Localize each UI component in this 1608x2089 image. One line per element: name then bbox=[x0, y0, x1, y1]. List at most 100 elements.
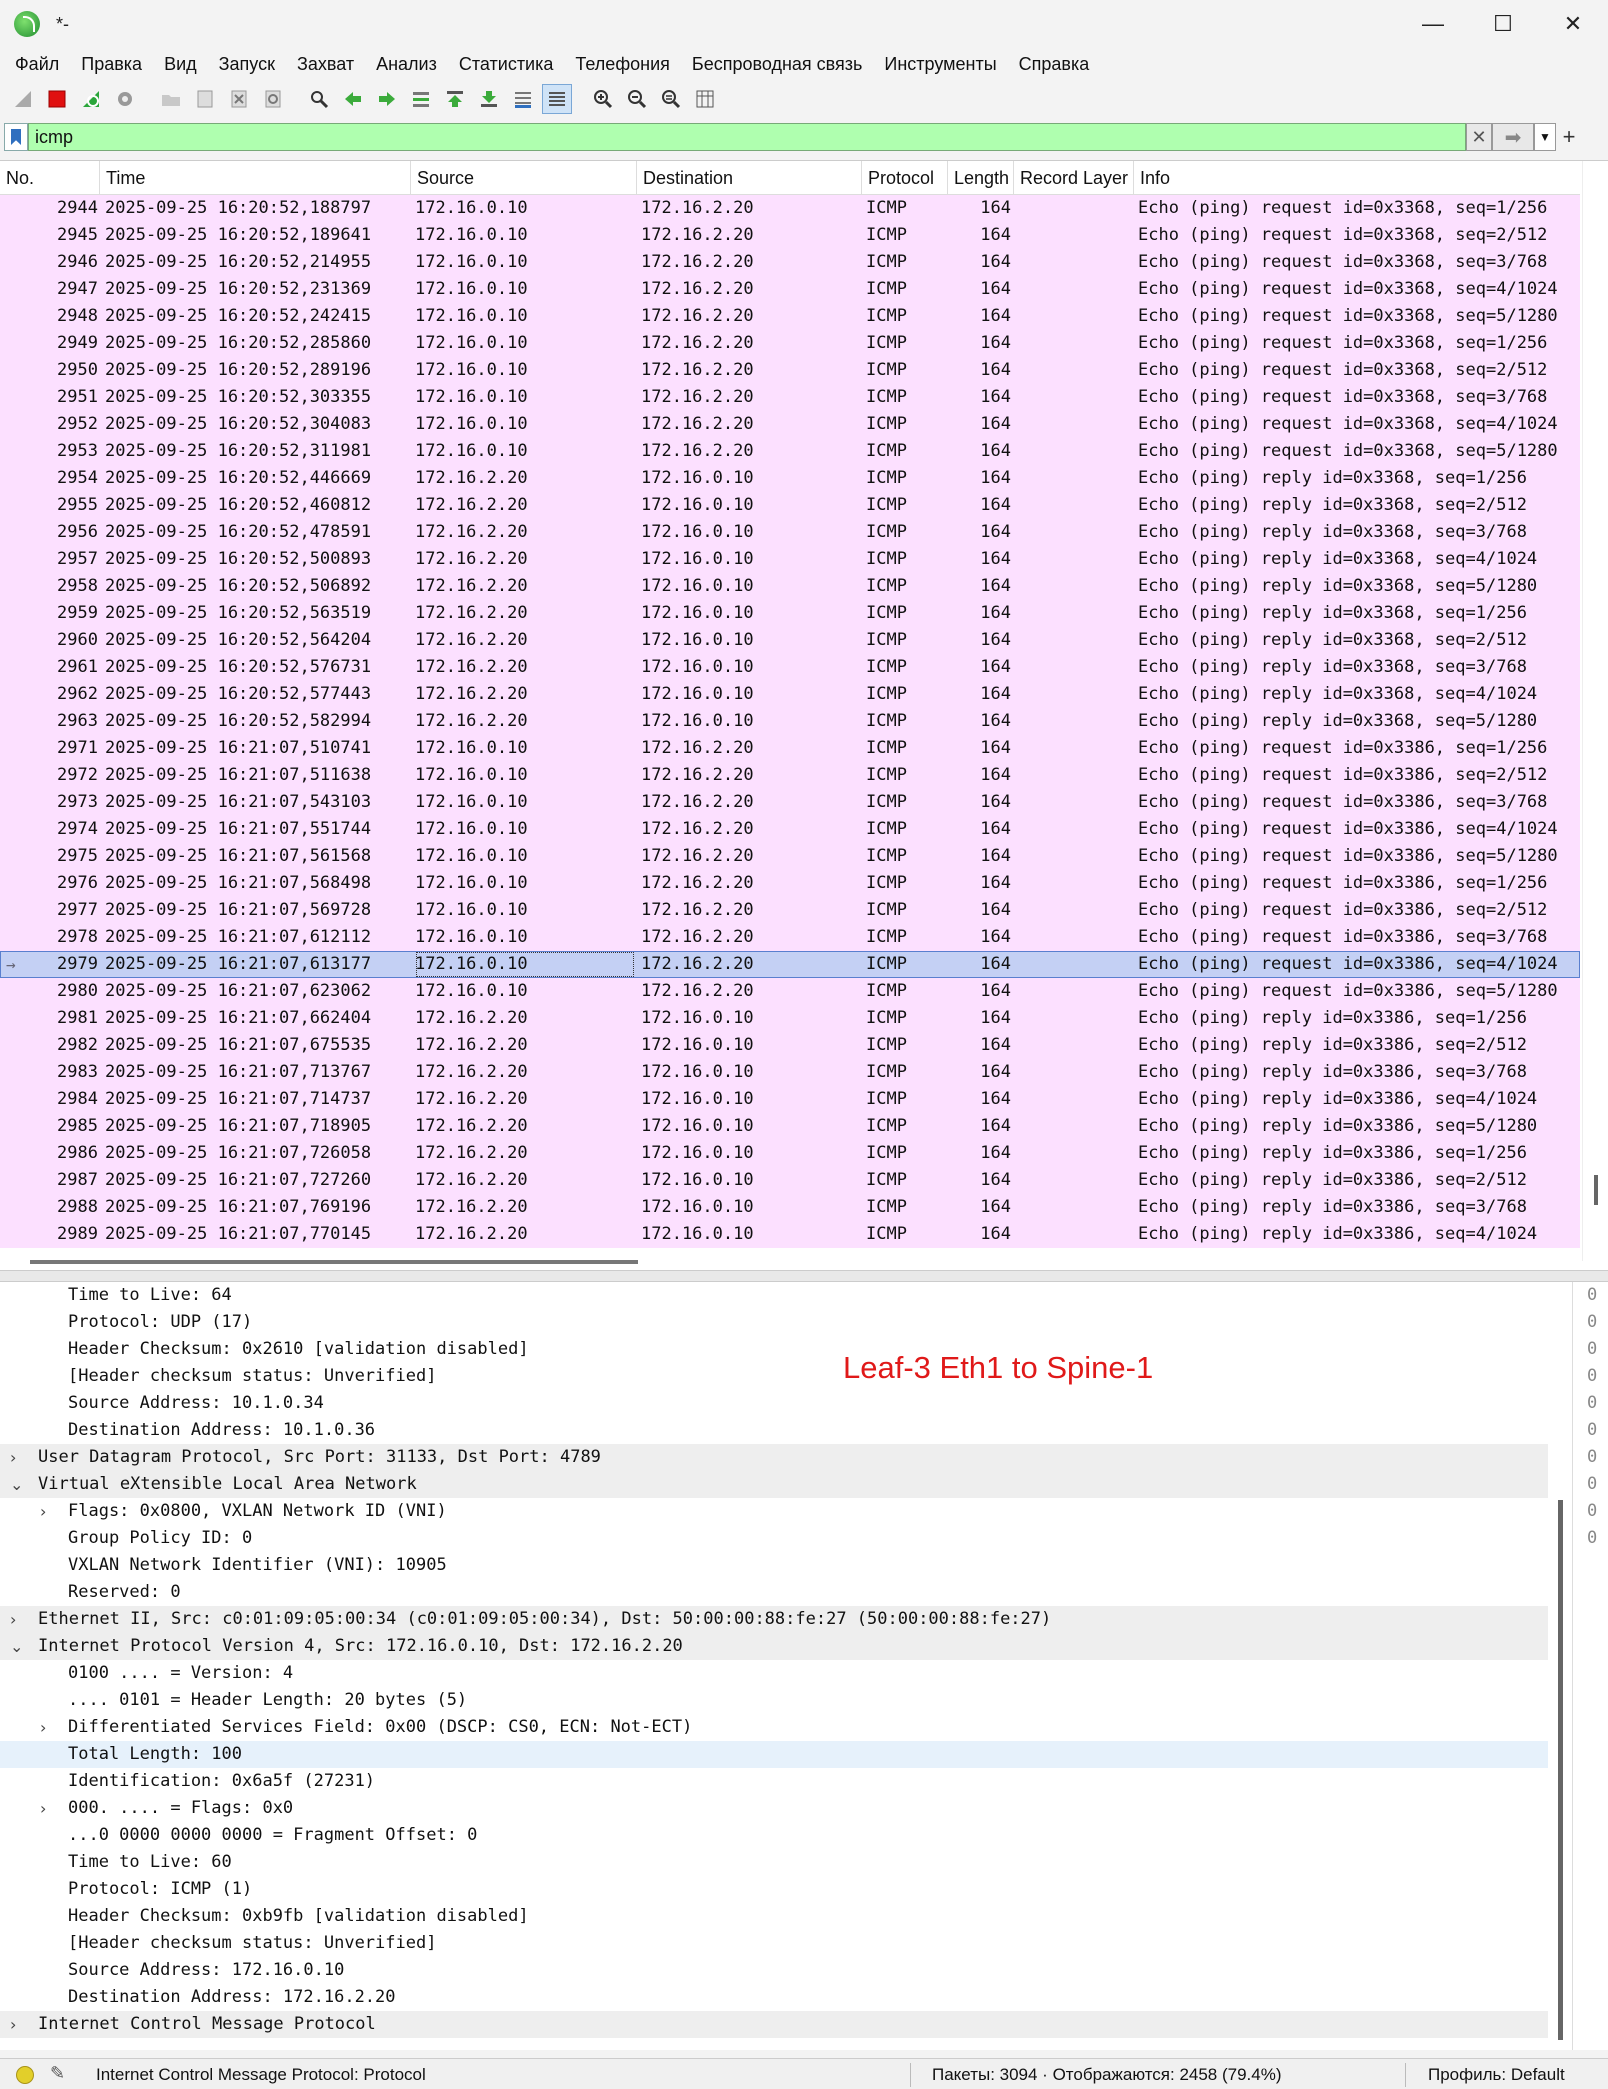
zoom-reset-icon[interactable] bbox=[656, 84, 686, 114]
detail-tree-item[interactable]: ...0 0000 0000 0000 = Fragment Offset: 0 bbox=[0, 1822, 1548, 1849]
detail-tree-item[interactable]: Destination Address: 172.16.2.20 bbox=[0, 1984, 1548, 2011]
column-header-info[interactable]: Info bbox=[1134, 161, 1580, 195]
packet-row[interactable]: 2973 2025-09-25 16:21:07,543103 172.16.0.1… bbox=[0, 789, 1580, 816]
detail-tree-item[interactable]: [Header checksum status: Unverified] bbox=[0, 1930, 1548, 1957]
menu-capture[interactable]: Захват bbox=[286, 54, 365, 75]
packet-row[interactable]: 2951 2025-09-25 16:20:52,303355 172.16.0.1… bbox=[0, 384, 1580, 411]
detail-tree-item[interactable]: › Ethernet II, Src: c0:01:09:05:00:34 (c0… bbox=[0, 1606, 1548, 1633]
packet-row[interactable]: 2986 2025-09-25 16:21:07,726058 172.16.2.2… bbox=[0, 1140, 1580, 1167]
detail-tree-item[interactable]: › Differentiated Services Field: 0x00 (DS… bbox=[0, 1714, 1548, 1741]
minimize-button[interactable]: — bbox=[1398, 0, 1468, 48]
autoscroll-icon[interactable] bbox=[508, 84, 538, 114]
packet-row[interactable]: 2958 2025-09-25 16:20:52,506892 172.16.2.2… bbox=[0, 573, 1580, 600]
packet-row[interactable]: 2976 2025-09-25 16:21:07,568498 172.16.0.1… bbox=[0, 870, 1580, 897]
packet-list-vertical-scrollbar[interactable] bbox=[1582, 161, 1608, 1261]
packet-row[interactable]: 2977 2025-09-25 16:21:07,569728 172.16.0.1… bbox=[0, 897, 1580, 924]
packet-row[interactable]: 2972 2025-09-25 16:21:07,511638 172.16.0.1… bbox=[0, 762, 1580, 789]
packet-row[interactable]: 2961 2025-09-25 16:20:52,576731 172.16.2.2… bbox=[0, 654, 1580, 681]
chevron-right-icon[interactable]: › bbox=[40, 1498, 56, 1525]
packet-row[interactable]: 2981 2025-09-25 16:21:07,662404 172.16.2.2… bbox=[0, 1005, 1580, 1032]
chevron-down-icon[interactable]: ⌄ bbox=[10, 1633, 26, 1660]
menu-wireless[interactable]: Беспроводная связь bbox=[681, 54, 874, 75]
detail-tree-item[interactable]: Group Policy ID: 0 bbox=[0, 1525, 1548, 1552]
detail-tree-item[interactable]: Header Checksum: 0x2610 [validation disa… bbox=[0, 1336, 1548, 1363]
last-packet-icon[interactable] bbox=[474, 84, 504, 114]
pane-splitter[interactable] bbox=[0, 1270, 1608, 1282]
chevron-right-icon[interactable]: › bbox=[40, 1714, 56, 1741]
packet-row[interactable]: 2980 2025-09-25 16:21:07,623062 172.16.0.1… bbox=[0, 978, 1580, 1005]
packet-row[interactable]: 2983 2025-09-25 16:21:07,713767 172.16.2.2… bbox=[0, 1059, 1580, 1086]
packet-row[interactable]: 2948 2025-09-25 16:20:52,242415 172.16.0.1… bbox=[0, 303, 1580, 330]
clear-filter-icon[interactable]: ✕ bbox=[1466, 123, 1492, 151]
menu-statistics[interactable]: Статистика bbox=[448, 54, 565, 75]
packet-row[interactable]: 2987 2025-09-25 16:21:07,727260 172.16.2.2… bbox=[0, 1167, 1580, 1194]
menu-file[interactable]: Файл bbox=[4, 54, 70, 75]
chevron-right-icon[interactable]: › bbox=[10, 1606, 26, 1633]
column-header-no[interactable]: No. bbox=[0, 161, 100, 195]
detail-tree-item[interactable]: Destination Address: 10.1.0.36 bbox=[0, 1417, 1548, 1444]
menu-help[interactable]: Справка bbox=[1008, 54, 1101, 75]
packet-row[interactable]: 2963 2025-09-25 16:20:52,582994 172.16.2.2… bbox=[0, 708, 1580, 735]
resize-columns-icon[interactable] bbox=[690, 84, 720, 114]
detail-tree-item[interactable]: Header Checksum: 0xb9fb [validation disa… bbox=[0, 1903, 1548, 1930]
menu-view[interactable]: Вид bbox=[153, 54, 208, 75]
chevron-right-icon[interactable]: › bbox=[10, 2011, 26, 2038]
go-to-packet-icon[interactable] bbox=[406, 84, 436, 114]
column-header-source[interactable]: Source bbox=[411, 161, 637, 195]
start-capture-icon[interactable] bbox=[8, 84, 38, 114]
packet-row[interactable]: 2989 2025-09-25 16:21:07,770145 172.16.2.2… bbox=[0, 1221, 1580, 1248]
detail-tree-item[interactable]: ⌄ Internet Protocol Version 4, Src: 172.1… bbox=[0, 1633, 1548, 1660]
detail-tree-item[interactable]: › Flags: 0x0800, VXLAN Network ID (VNI) bbox=[0, 1498, 1548, 1525]
details-vertical-scrollbar[interactable] bbox=[1548, 1282, 1572, 2050]
chevron-down-icon[interactable]: ⌄ bbox=[10, 1471, 26, 1498]
go-forward-icon[interactable] bbox=[372, 84, 402, 114]
detail-tree-item[interactable]: › User Datagram Protocol, Src Port: 31133… bbox=[0, 1444, 1548, 1471]
chevron-right-icon[interactable]: › bbox=[40, 1795, 56, 1822]
packet-row[interactable]: 2945 2025-09-25 16:20:52,189641 172.16.0.1… bbox=[0, 222, 1580, 249]
packet-row[interactable]: 2956 2025-09-25 16:20:52,478591 172.16.2.2… bbox=[0, 519, 1580, 546]
packet-row[interactable]: 2982 2025-09-25 16:21:07,675535 172.16.2.2… bbox=[0, 1032, 1580, 1059]
packet-row[interactable]: 2947 2025-09-25 16:20:52,231369 172.16.0.1… bbox=[0, 276, 1580, 303]
detail-tree-item[interactable]: ⌄ Virtual eXtensible Local Area Network bbox=[0, 1471, 1548, 1498]
edit-comment-icon[interactable]: ✎ bbox=[50, 2063, 65, 2084]
display-filter-input[interactable]: icmp bbox=[28, 123, 1466, 151]
menu-analyze[interactable]: Анализ bbox=[365, 54, 448, 75]
packet-list-horizontal-scrollbar[interactable] bbox=[0, 1251, 1580, 1270]
detail-tree-item[interactable]: .... 0101 = Header Length: 20 bytes (5) bbox=[0, 1687, 1548, 1714]
detail-tree-item[interactable]: 0100 .... = Version: 4 bbox=[0, 1660, 1548, 1687]
column-header-time[interactable]: Time bbox=[100, 161, 411, 195]
packet-row[interactable]: 2959 2025-09-25 16:20:52,563519 172.16.2.2… bbox=[0, 600, 1580, 627]
detail-tree-item[interactable]: Source Address: 10.1.0.34 bbox=[0, 1390, 1548, 1417]
find-packet-icon[interactable] bbox=[304, 84, 334, 114]
packet-row[interactable]: 2944 2025-09-25 16:20:52,188797 172.16.0.1… bbox=[0, 195, 1580, 222]
column-header-destination[interactable]: Destination bbox=[637, 161, 862, 195]
packet-row[interactable]: 2946 2025-09-25 16:20:52,214955 172.16.0.1… bbox=[0, 249, 1580, 276]
open-file-icon[interactable] bbox=[156, 84, 186, 114]
column-header-record-layer[interactable]: Record Layer bbox=[1014, 161, 1134, 195]
menu-tools[interactable]: Инструменты bbox=[873, 54, 1007, 75]
menu-go[interactable]: Запуск bbox=[208, 54, 286, 75]
detail-tree-item[interactable]: Time to Live: 64 bbox=[0, 1282, 1548, 1309]
detail-tree-item[interactable]: › 000. .... = Flags: 0x0 bbox=[0, 1795, 1548, 1822]
packet-row[interactable]: 2978 2025-09-25 16:21:07,612112 172.16.0.1… bbox=[0, 924, 1580, 951]
packet-row[interactable]: 2984 2025-09-25 16:21:07,714737 172.16.2.2… bbox=[0, 1086, 1580, 1113]
packet-row[interactable]: 2988 2025-09-25 16:21:07,769196 172.16.2.2… bbox=[0, 1194, 1580, 1221]
detail-tree-item[interactable]: Total Length: 100 bbox=[0, 1741, 1548, 1768]
packet-row[interactable]: 2975 2025-09-25 16:21:07,561568 172.16.0.1… bbox=[0, 843, 1580, 870]
expert-info-icon[interactable] bbox=[16, 2066, 34, 2084]
colorize-icon[interactable] bbox=[542, 84, 572, 114]
packet-row[interactable]: 2952 2025-09-25 16:20:52,304083 172.16.0.1… bbox=[0, 411, 1580, 438]
detail-tree-item[interactable]: Source Address: 172.16.0.10 bbox=[0, 1957, 1548, 1984]
detail-tree-item[interactable]: VXLAN Network Identifier (VNI): 10905 bbox=[0, 1552, 1548, 1579]
column-header-length[interactable]: Length bbox=[948, 161, 1014, 195]
detail-tree-item[interactable]: Protocol: ICMP (1) bbox=[0, 1876, 1548, 1903]
apply-filter-icon[interactable]: ➡ bbox=[1492, 123, 1534, 151]
menu-edit[interactable]: Правка bbox=[70, 54, 153, 75]
column-header-protocol[interactable]: Protocol bbox=[862, 161, 948, 195]
maximize-button[interactable]: ☐ bbox=[1468, 0, 1538, 48]
packet-row[interactable]: 2949 2025-09-25 16:20:52,285860 172.16.0.1… bbox=[0, 330, 1580, 357]
detail-tree-item[interactable]: Time to Live: 60 bbox=[0, 1849, 1548, 1876]
detail-tree-item[interactable]: [Header checksum status: Unverified] bbox=[0, 1363, 1548, 1390]
packet-row[interactable]: 2955 2025-09-25 16:20:52,460812 172.16.2.2… bbox=[0, 492, 1580, 519]
status-profile[interactable]: Профиль: Default bbox=[1428, 2065, 1565, 2085]
